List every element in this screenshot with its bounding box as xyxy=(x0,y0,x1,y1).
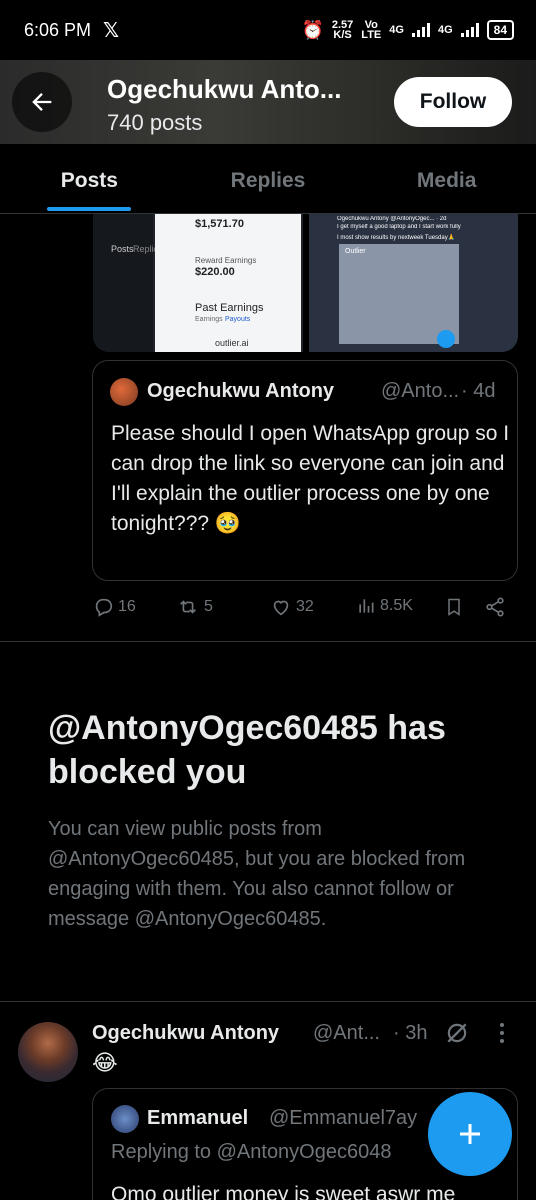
quote-author-handle: @Anto... xyxy=(381,380,460,402)
alarm-icon: ⏰ xyxy=(301,19,324,40)
post-author-handle[interactable]: @Ant... xyxy=(313,1022,380,1045)
post-count: 740 posts xyxy=(107,110,203,135)
thumb2-fab-icon xyxy=(437,330,455,348)
network-type-1: 4G xyxy=(389,24,404,36)
bookmark-icon xyxy=(448,598,460,616)
status-time: 6:06 PM xyxy=(24,19,92,40)
views-button[interactable]: 8.5K xyxy=(356,596,413,616)
bookmark-button[interactable] xyxy=(444,596,464,618)
thumb-past-label: Past Earnings xyxy=(195,302,264,314)
media-thumbnail-1[interactable]: Posts Replies $1,571.70 Reward Earnings … xyxy=(93,214,303,352)
avatar xyxy=(110,378,138,406)
speed-unit: K/S xyxy=(333,29,352,41)
more-options-button[interactable] xyxy=(498,1022,506,1044)
view-count: 8.5K xyxy=(380,597,413,614)
tab-label: Replies xyxy=(230,169,306,192)
follow-button[interactable]: Follow xyxy=(394,77,512,127)
arrow-left-icon xyxy=(32,93,52,111)
grok-icon[interactable] xyxy=(444,1020,470,1051)
thumb-tab-earnings: Earnings xyxy=(195,316,223,323)
post-divider xyxy=(0,641,536,642)
thumb2-screen: Outlier xyxy=(339,244,459,344)
active-tab-indicator xyxy=(47,207,132,211)
avatar xyxy=(111,1105,139,1133)
post-actions: 16 5 32 8.5K xyxy=(92,592,512,626)
x-logo-icon: 𝕏 xyxy=(103,19,120,42)
network-type-2: 4G xyxy=(437,24,453,36)
avatar[interactable] xyxy=(18,1022,78,1082)
quote-author-handle: @Emmanuel7ay xyxy=(269,1107,418,1129)
quote-text: Omo outlier money is sweet aswr me xyxy=(111,1183,456,1200)
thumb2-app: Outlier xyxy=(345,248,366,255)
thumb-amount: $1,571.70 xyxy=(195,218,244,230)
like-button[interactable]: 32 xyxy=(270,596,314,618)
signal-1-icon xyxy=(411,23,430,37)
status-bar: 6:06 PM 𝕏 ⏰ 2.57 K/S Vo LTE 4G 4G 84 xyxy=(0,0,536,60)
reply-count: 16 xyxy=(118,598,136,615)
quote-author-name: Ogechukwu Antony xyxy=(147,380,335,402)
more-vertical-icon xyxy=(500,1023,504,1043)
thumb-url: outlier.ai xyxy=(215,338,249,348)
thumb-tab-payouts: Payouts xyxy=(225,316,251,323)
plus-icon xyxy=(460,1124,480,1144)
thumb2-line1: I get myself a good laptop and I start w… xyxy=(337,224,461,230)
share-icon xyxy=(486,597,504,617)
blocked-title: @AntonyOgec60485 has blocked you xyxy=(48,709,446,791)
compose-button[interactable] xyxy=(428,1092,512,1176)
thumb2-line2: I most show results by nextweek Tuesday🙏 xyxy=(337,235,456,241)
reply-button[interactable]: 16 xyxy=(92,596,136,618)
like-count: 32 xyxy=(296,598,314,615)
post-media-grid[interactable]: Posts Replies $1,571.70 Reward Earnings … xyxy=(93,214,518,352)
tab-media[interactable]: Media xyxy=(357,144,536,213)
battery-icon: 84 xyxy=(486,20,514,40)
thumbnail-sidebar: Posts Replies xyxy=(93,214,163,352)
thumbnail-earnings-panel: $1,571.70 Reward Earnings $220.00 Past E… xyxy=(155,214,301,352)
share-button[interactable] xyxy=(484,596,506,618)
tab-replies[interactable]: Replies xyxy=(179,144,358,213)
signal-2-icon xyxy=(460,23,479,37)
reply-icon xyxy=(95,598,113,617)
back-button[interactable] xyxy=(12,72,72,132)
profile-tabs: Posts Replies Media xyxy=(0,144,536,214)
lte-label: LTE xyxy=(361,29,382,41)
post-text: 😂 xyxy=(92,1050,118,1075)
thumb-reward-value: $220.00 xyxy=(195,266,235,278)
volte-indicator: Vo LTE xyxy=(361,20,382,41)
thumb-reward-label: Reward Earnings xyxy=(195,256,257,265)
heart-icon xyxy=(273,600,289,616)
network-speed: 2.57 K/S xyxy=(332,20,353,41)
quote-author-name: Emmanuel xyxy=(147,1107,249,1129)
thumb2-header: Ogechukwu Antony @AntonyOgec... · 2d xyxy=(337,216,447,222)
tab-label: Posts xyxy=(60,169,118,192)
tab-label: Media xyxy=(416,169,477,192)
tab-posts[interactable]: Posts xyxy=(0,144,179,213)
post-timestamp: · 3h xyxy=(393,1022,428,1044)
quoted-post[interactable]: Ogechukwu Antony @Anto... · 4d Please sh… xyxy=(92,360,518,581)
repost-button[interactable]: 5 xyxy=(176,596,213,618)
repost-icon xyxy=(180,600,196,614)
profile-header: Ogechukwu Anto... 740 posts Follow xyxy=(0,60,536,144)
blocked-description: You can view public posts from @AntonyOg… xyxy=(48,818,466,930)
repost-count: 5 xyxy=(204,598,213,615)
profile-name: Ogechukwu Anto... xyxy=(107,74,342,104)
quote-text: Please should I open WhatsApp group so I… xyxy=(111,422,510,535)
analytics-icon xyxy=(359,599,374,613)
media-thumbnail-2[interactable]: Ogechukwu Antony @AntonyOgec... · 2d I g… xyxy=(309,214,518,352)
quote-timestamp: · 4d xyxy=(461,380,496,402)
thumb-side-posts: Posts xyxy=(111,244,134,254)
post-divider xyxy=(0,1001,536,1002)
replying-to: Replying to @AntonyOgec6048 xyxy=(111,1141,392,1163)
post-author-name[interactable]: Ogechukwu Antony xyxy=(92,1022,279,1045)
